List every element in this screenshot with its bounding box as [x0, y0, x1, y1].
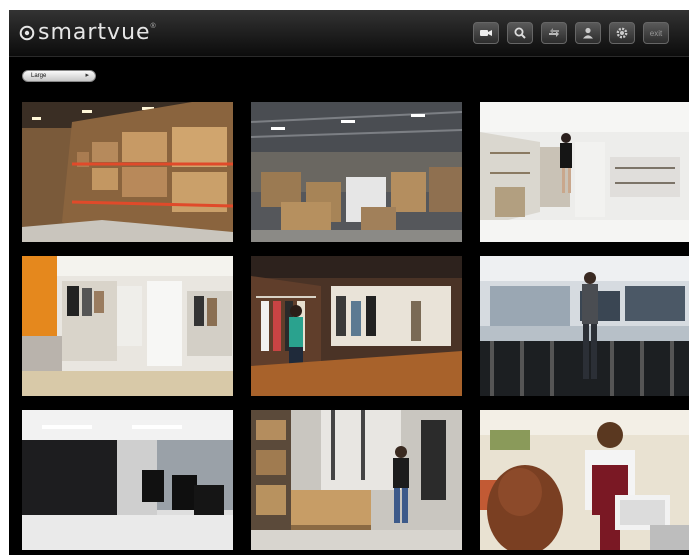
share-button[interactable]	[541, 22, 567, 44]
camera-feed-office-lobby	[22, 410, 233, 550]
user-button[interactable]	[575, 22, 601, 44]
camera-tile-8[interactable]	[251, 410, 462, 550]
gear-icon	[616, 27, 628, 39]
smartvue-app-window: smartvue ® exit Large ▸	[9, 10, 689, 555]
camera-feed-warehouse-floor	[251, 102, 462, 242]
camera-feed-warehouse-aisle	[22, 102, 233, 242]
toolbar: exit	[473, 22, 669, 44]
camera-tile-1[interactable]	[22, 102, 233, 242]
camera-tile-4[interactable]	[22, 256, 233, 396]
camera-tile-5[interactable]	[251, 256, 462, 396]
arrows-icon	[549, 28, 559, 37]
camera-feed-retail-store	[480, 102, 689, 242]
camera-tile-7[interactable]	[22, 410, 233, 550]
camera-view-button[interactable]	[473, 22, 499, 44]
camera-feed-electronics-store	[480, 256, 689, 396]
camera-tile-6[interactable]	[480, 256, 689, 396]
brand-name: smartvue	[38, 20, 151, 45]
camera-feed-clothing-store	[251, 256, 462, 396]
camera-grid	[22, 102, 689, 550]
camera-tile-3[interactable]	[480, 102, 689, 242]
camera-feed-stockroom	[251, 410, 462, 550]
search-button[interactable]	[507, 22, 533, 44]
camera-feed-checkout	[480, 410, 689, 550]
exit-button[interactable]: exit	[643, 22, 669, 44]
user-icon	[583, 27, 593, 39]
exit-label: exit	[649, 28, 663, 38]
dropdown-arrow-icon: ▸	[85, 72, 89, 79]
camera-feed-clothing-boutique	[22, 256, 233, 396]
logo-ring-icon	[19, 25, 35, 41]
layout-size-dropdown[interactable]: Large ▸	[22, 70, 96, 82]
registered-mark: ®	[150, 23, 156, 30]
header-bar: smartvue ® exit	[9, 10, 689, 57]
camera-tile-9[interactable]	[480, 410, 689, 550]
smartvue-logo: smartvue ®	[19, 19, 156, 47]
settings-button[interactable]	[609, 22, 635, 44]
camera-tile-2[interactable]	[251, 102, 462, 242]
layout-size-value: Large	[31, 73, 47, 79]
video-camera-icon	[480, 30, 492, 36]
magnifier-icon	[514, 27, 526, 39]
